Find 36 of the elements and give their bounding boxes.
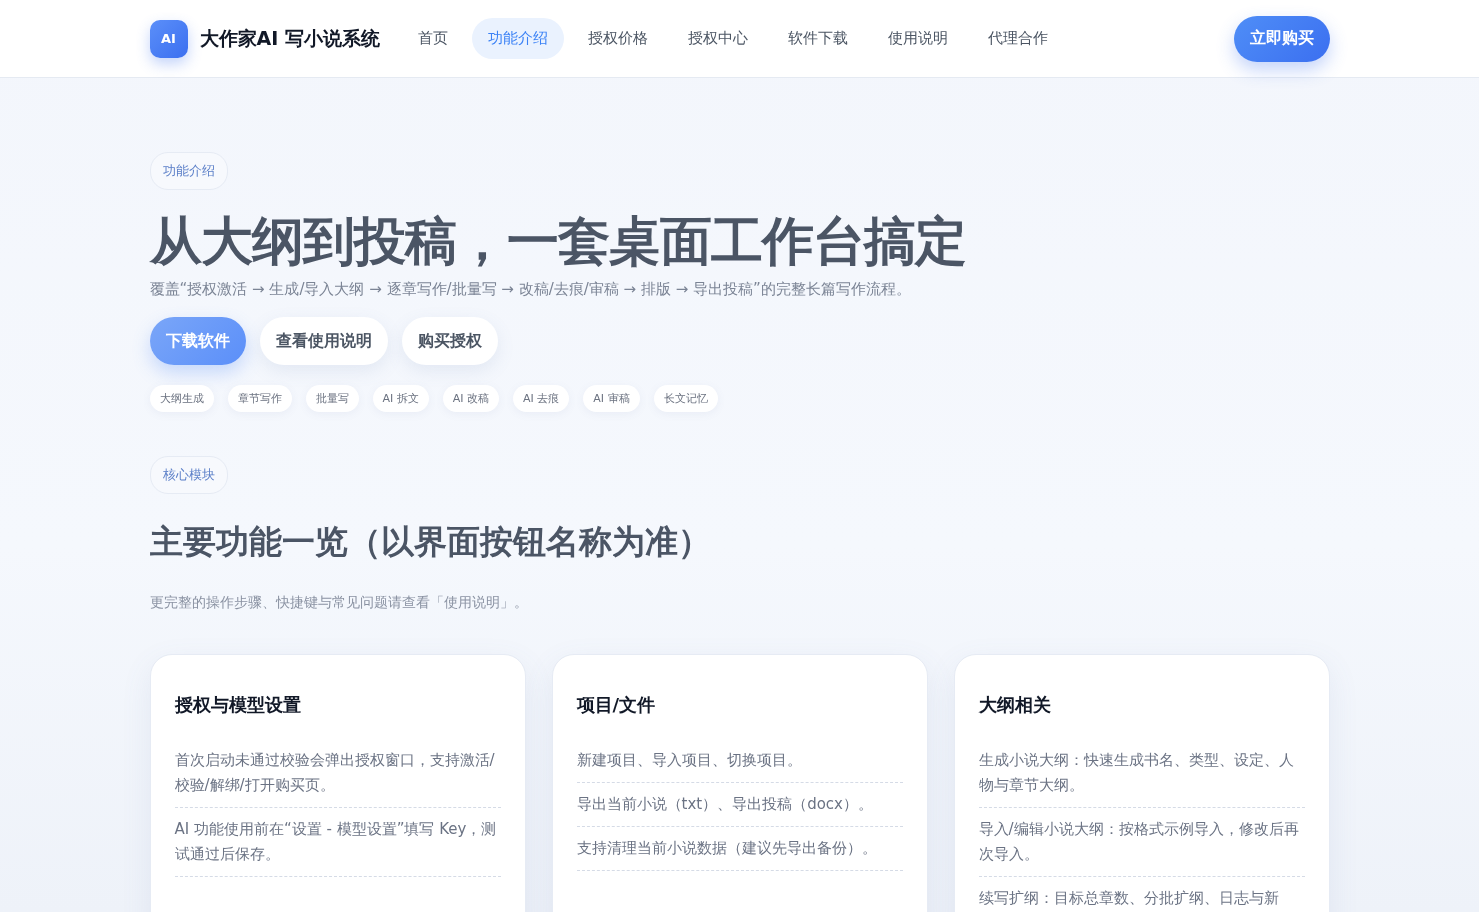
feature-item: AI 功能使用前在“设置 - 模型设置”填写 Key，测试通过后保存。 bbox=[174, 808, 501, 877]
feature-item: 导出当前小说（txt）、导出投稿（docx）。 bbox=[576, 783, 903, 827]
card-title: 项目/文件 bbox=[576, 693, 657, 717]
action-button[interactable]: 购买授权 bbox=[401, 317, 498, 365]
feature-item: 支持清理当前小说数据（建议先导出备份）。 bbox=[576, 827, 903, 871]
card-title: 授权与模型设置 bbox=[174, 693, 302, 717]
action-button[interactable]: 查看使用说明 bbox=[259, 317, 388, 365]
feature-item: 导入/编辑小说大纲：按格式示例导入，修改后再次导入。 bbox=[978, 808, 1305, 877]
hero-subtitle: 覆盖“授权激活 → 生成/导入大纲 → 逐章写作/批量写 → 改稿/去痕/审稿 → 排版 → 导出投稿”的完整长篇写作流程。 bbox=[149, 280, 911, 299]
feature-tag: AI 拆文 bbox=[372, 385, 429, 412]
feature-tag: AI 去痕 bbox=[513, 385, 570, 412]
section-subtitle: 更完整的操作步骤、快捷键与常见问题请查看「使用说明」。 bbox=[149, 594, 528, 612]
nav-link[interactable]: 首页 bbox=[401, 18, 464, 59]
feature-item: 新建项目、导入项目、切换项目。 bbox=[576, 739, 903, 783]
feature-tag: AI 审稿 bbox=[583, 385, 640, 412]
nav-link[interactable]: 软件下载 bbox=[771, 18, 864, 59]
card-title: 大纲相关 bbox=[978, 693, 1052, 717]
hero-title: 从大纲到投稿，一套桌面工作台搞定 bbox=[149, 210, 966, 273]
feature-item: 首次启动未通过校验会弹出授权窗口，支持激活/校验/解绑/打开购买页。 bbox=[174, 739, 501, 808]
logo-badge[interactable]: AI bbox=[149, 19, 188, 58]
feature-item: 生成小说大纲：快速生成书名、类型、设定、人物与章节大纲。 bbox=[978, 739, 1305, 808]
nav-link[interactable]: 授权价格 bbox=[571, 18, 664, 59]
nav-link[interactable]: 使用说明 bbox=[871, 18, 964, 59]
buy-now-button[interactable]: 立即购买 bbox=[1233, 15, 1330, 62]
feature-tag: 长文记忆 bbox=[653, 385, 718, 412]
section-title: 主要功能一览（以界面按钮名称为准） bbox=[149, 521, 711, 563]
feature-tag: 批量写 bbox=[305, 385, 359, 412]
brand-name[interactable]: 大作家AI 写小说系统 bbox=[199, 25, 380, 52]
feature-item: 续写扩纲：目标总章数、分批扩纲、日志与新 bbox=[978, 877, 1305, 912]
feature-tag: 大纲生成 bbox=[149, 385, 214, 412]
feature-tag: AI 改稿 bbox=[442, 385, 500, 412]
feature-tag: 章节写作 bbox=[227, 385, 292, 412]
section-label: 核心模块 bbox=[149, 456, 228, 494]
nav-link[interactable]: 授权中心 bbox=[671, 18, 764, 59]
nav-link[interactable]: 代理合作 bbox=[971, 18, 1064, 59]
section-label: 功能介绍 bbox=[149, 152, 228, 190]
